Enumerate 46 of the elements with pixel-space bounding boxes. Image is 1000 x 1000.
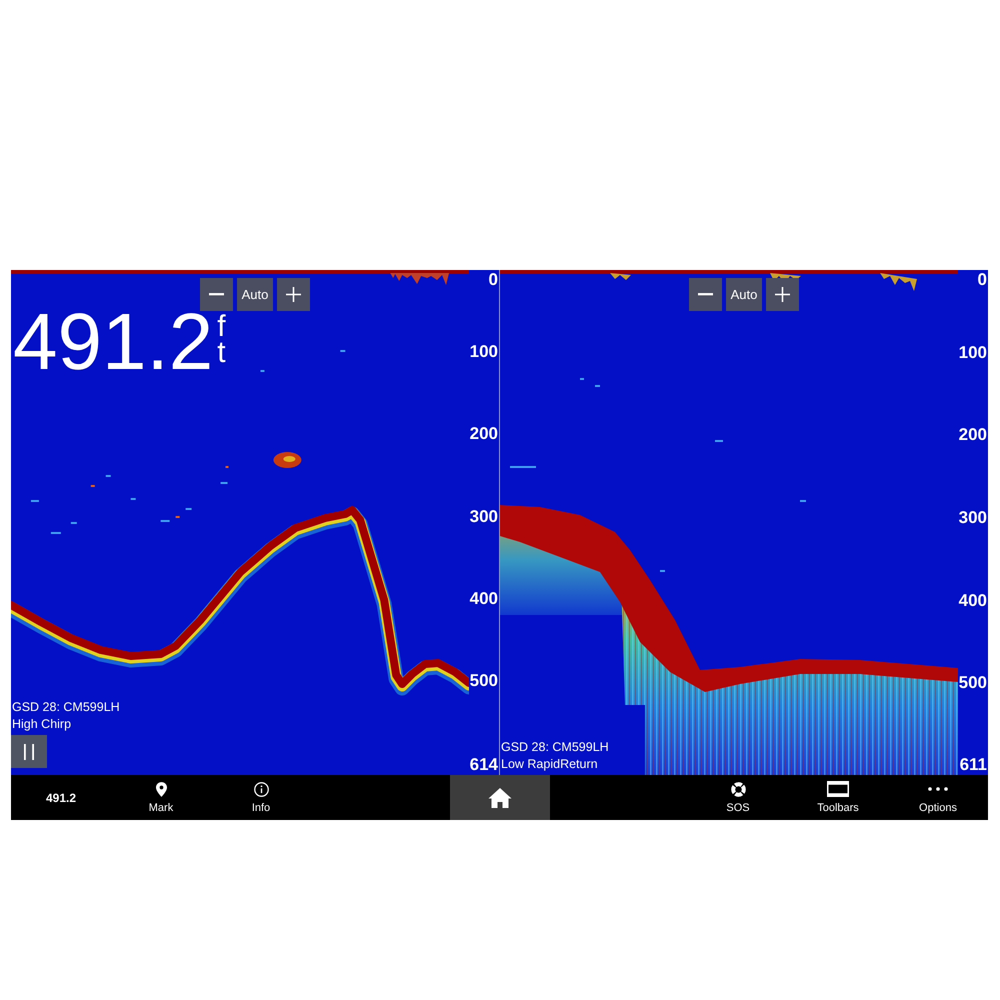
lifebuoy-icon: [730, 782, 746, 796]
depth-scale-label: 400: [470, 588, 498, 609]
pause-button[interactable]: [11, 735, 47, 768]
depth-scale-label: 614: [470, 755, 498, 775]
depth-scale-label: 400: [958, 590, 987, 611]
options-button[interactable]: Options: [888, 775, 988, 820]
depth-readout: 491.2: [46, 790, 76, 804]
depth-scale-label: 611: [960, 755, 987, 775]
transducer-label: GSD 28: CM599LH: [12, 699, 120, 716]
sonar-mode-label: High Chirp: [12, 716, 72, 733]
home-icon: [488, 786, 512, 808]
depth-reading: 491.2: [13, 302, 214, 382]
depth-scale-label: 100: [470, 342, 498, 362]
depth-scale-label: 100: [958, 342, 987, 363]
home-button[interactable]: [450, 775, 550, 820]
depth-scale-label: 200: [470, 424, 498, 444]
depth-unit: ft: [217, 314, 227, 365]
pause-icon: [24, 744, 34, 760]
plus-icon: [775, 287, 790, 302]
info-icon: [254, 782, 268, 796]
sonar-mode-label: Low RapidReturn: [501, 756, 598, 773]
zoom-in-button[interactable]: [277, 278, 310, 311]
minus-icon: [698, 293, 713, 296]
sos-button[interactable]: SOS: [688, 775, 788, 820]
mark-button[interactable]: Mark: [111, 775, 211, 820]
depth-scale-label: 0: [978, 270, 987, 290]
toolbars-button[interactable]: Toolbars: [788, 775, 888, 820]
range-mode-button[interactable]: Auto: [237, 278, 273, 311]
zoom-out-button[interactable]: [200, 278, 233, 311]
range-mode-button[interactable]: Auto: [726, 278, 762, 311]
minus-icon: [209, 293, 224, 296]
transducer-label: GSD 28: CM599LH: [501, 739, 609, 756]
zoom-in-button[interactable]: [766, 278, 799, 311]
depth-scale-label: 0: [488, 270, 498, 290]
depth-scale-label: 500: [958, 673, 987, 694]
fish-echo: [273, 452, 302, 468]
plus-icon: [286, 287, 301, 302]
map-pin-icon: [156, 782, 166, 796]
info-button[interactable]: Info: [211, 775, 311, 820]
depth-scale-label: 300: [470, 506, 498, 527]
depth-scale-label: 300: [958, 508, 987, 528]
zoom-out-button[interactable]: [689, 278, 722, 311]
more-options-icon: [928, 787, 948, 791]
depth-scale-label: 200: [958, 425, 987, 446]
panel-layout-icon: [827, 781, 849, 797]
depth-scale-label: 500: [470, 671, 498, 692]
